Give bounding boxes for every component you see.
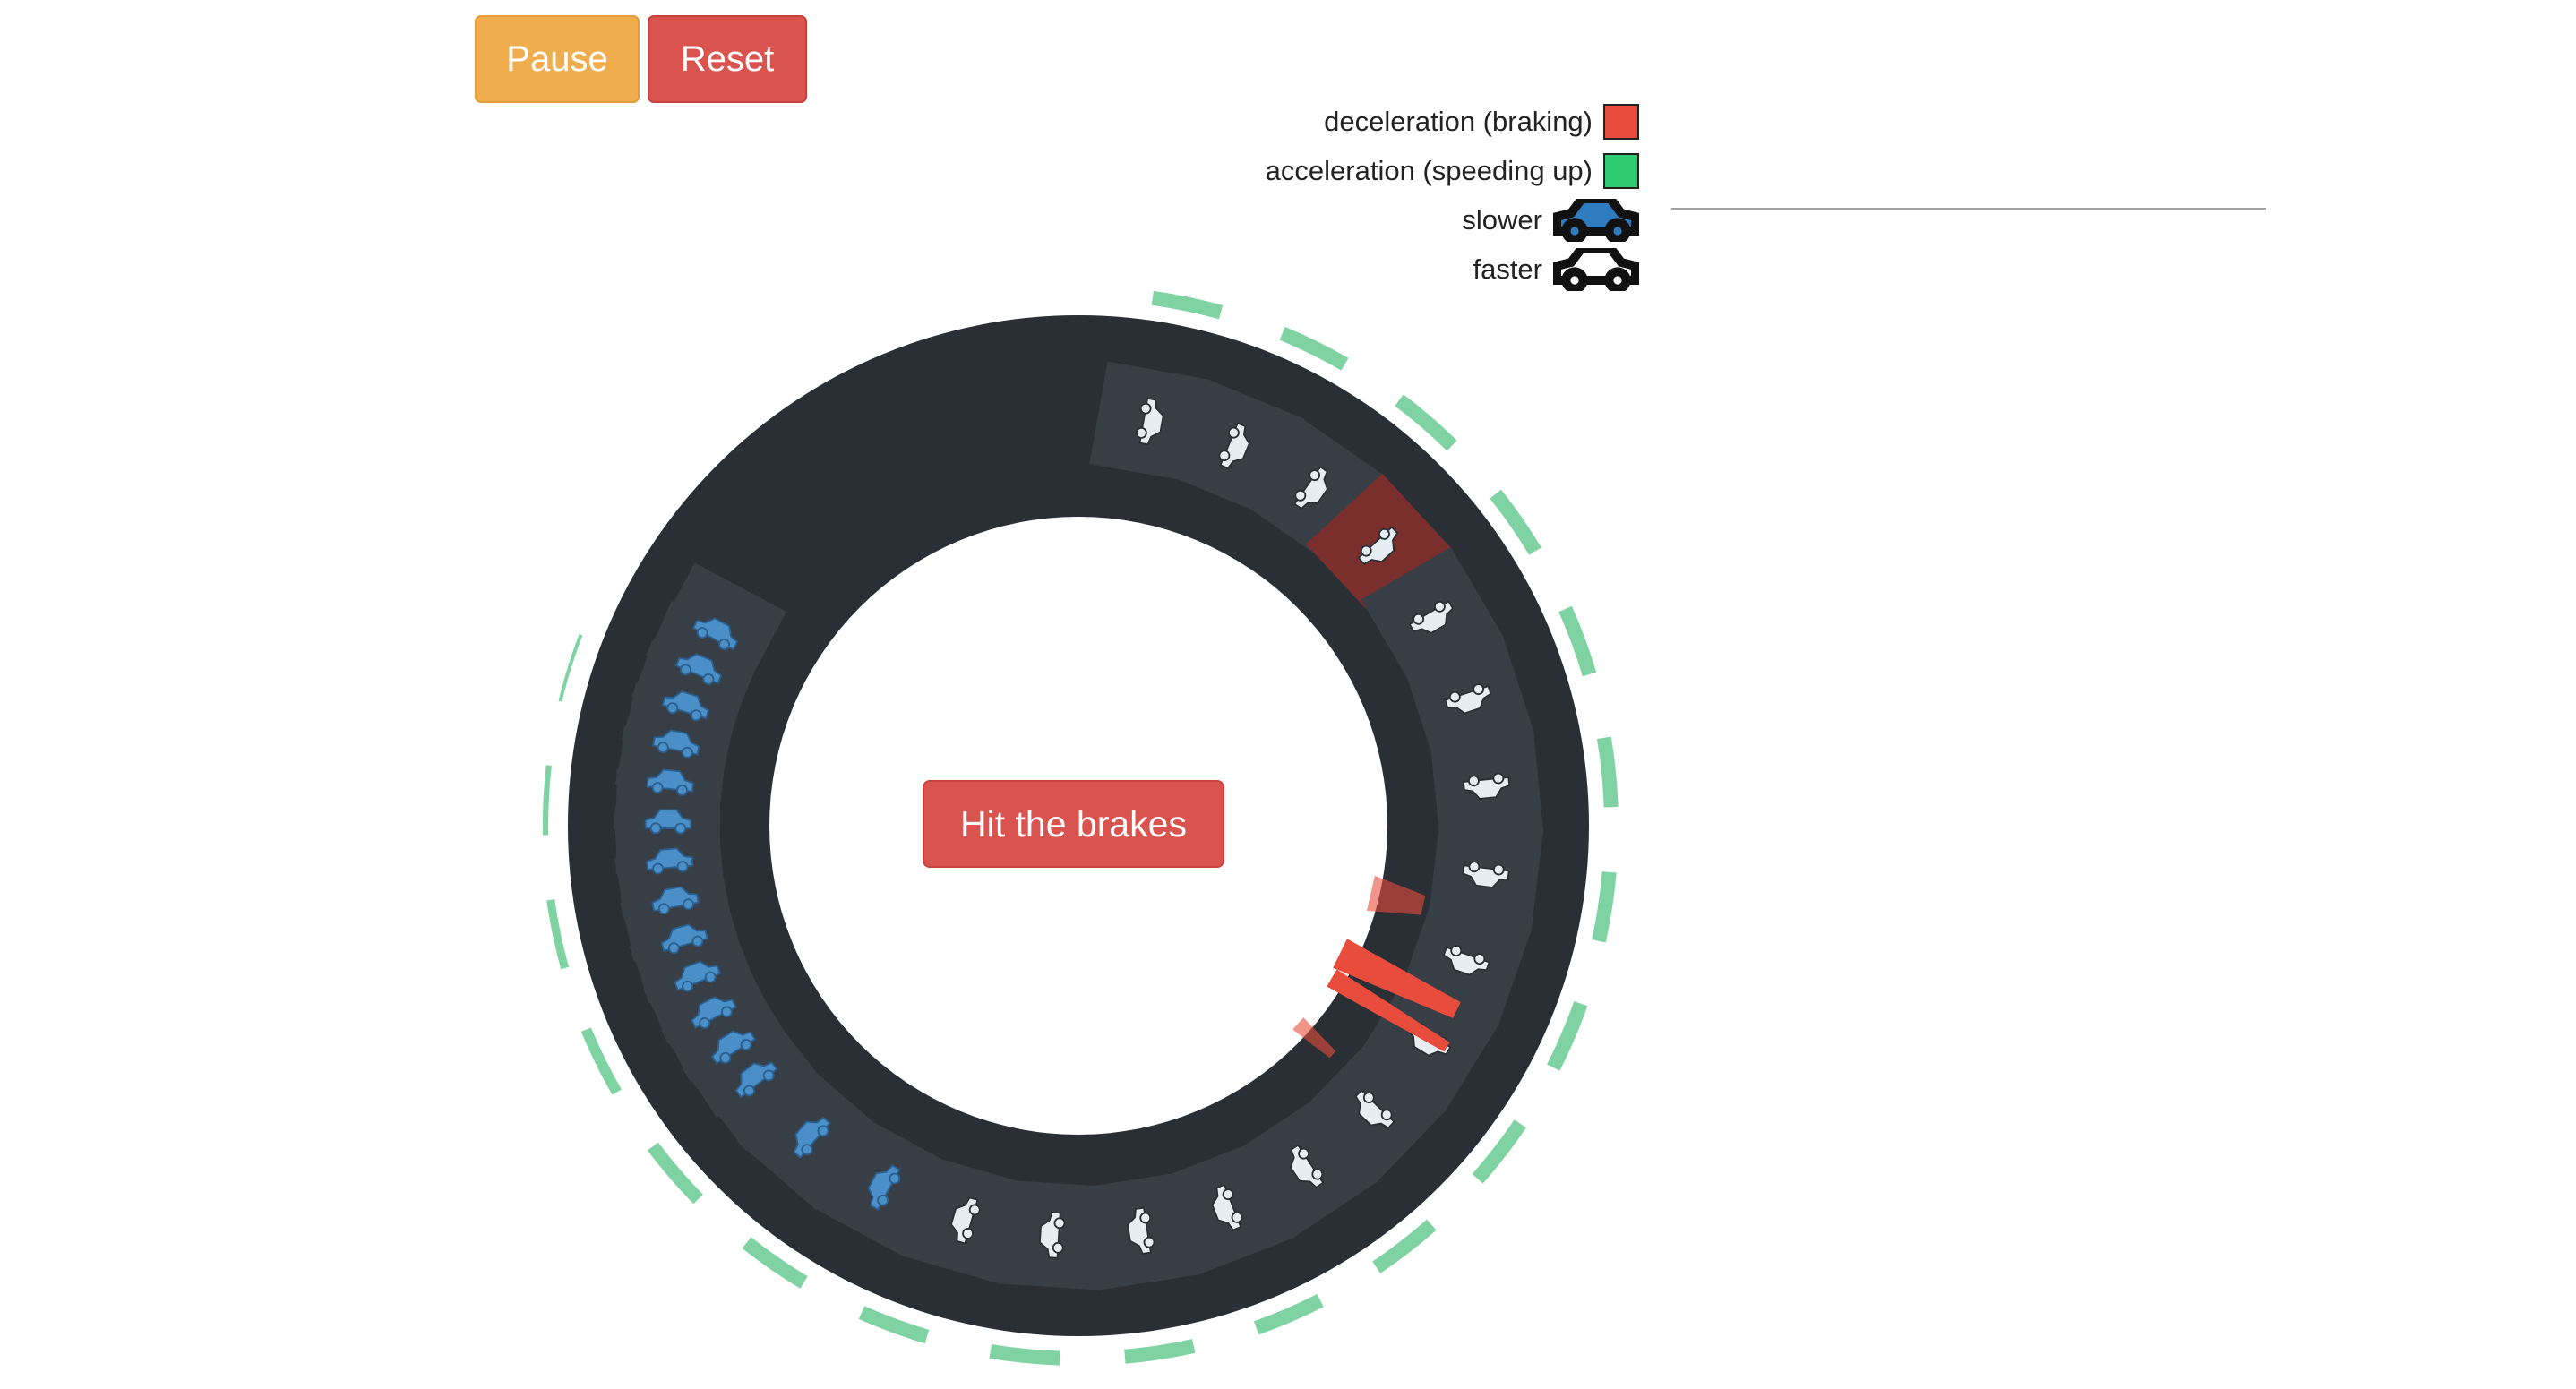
acceleration-arc [1592,871,1617,943]
acceleration-arc [1546,1000,1588,1071]
hit-the-brakes-button[interactable]: Hit the brakes [923,780,1224,868]
acceleration-arc [1279,326,1349,371]
acceleration-arc [1151,290,1224,320]
acceleration-arc [1253,1293,1324,1335]
acceleration-arc [580,1027,622,1095]
acceleration-arc [989,1343,1060,1366]
acceleration-arc [558,634,583,702]
acceleration-arc [858,1306,930,1344]
acceleration-arc [542,765,552,836]
acceleration-arc [1124,1339,1196,1364]
acceleration-arc [1596,736,1619,808]
acceleration-arc [1558,605,1597,677]
traffic-ring [542,290,1619,1366]
acceleration-arc [546,899,570,970]
